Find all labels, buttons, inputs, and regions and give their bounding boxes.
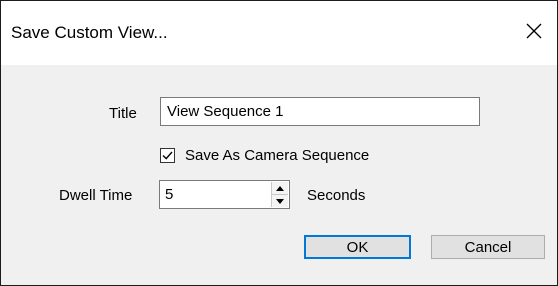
increment-button[interactable] <box>272 182 288 195</box>
save-as-camera-sequence-label: Save As Camera Sequence <box>185 146 370 164</box>
title-bar: Save Custom View... <box>1 1 557 65</box>
save-custom-view-dialog: Save Custom View... Title View Sequence … <box>0 0 558 286</box>
dwell-time-value[interactable]: 5 <box>165 181 173 208</box>
arrow-down-icon <box>276 198 284 204</box>
close-button[interactable] <box>521 18 547 44</box>
decrement-button[interactable] <box>272 195 288 207</box>
seconds-unit-label: Seconds <box>307 187 366 204</box>
cancel-button[interactable]: Cancel <box>431 235 545 259</box>
dwell-time-label: Dwell Time <box>59 187 133 204</box>
ok-button[interactable]: OK <box>304 235 411 259</box>
save-as-camera-sequence-checkbox[interactable]: Save As Camera Sequence <box>160 145 369 165</box>
dwell-time-stepper[interactable]: 5 <box>159 180 290 209</box>
arrow-up-icon <box>276 185 284 191</box>
stepper-buttons <box>271 182 288 207</box>
checkmark-icon <box>162 151 173 160</box>
close-icon <box>526 23 542 39</box>
dialog-title: Save Custom View... <box>11 23 168 42</box>
title-label: Title <box>109 105 137 122</box>
title-input[interactable]: View Sequence 1 <box>160 97 480 126</box>
checkbox-box[interactable] <box>160 147 175 163</box>
